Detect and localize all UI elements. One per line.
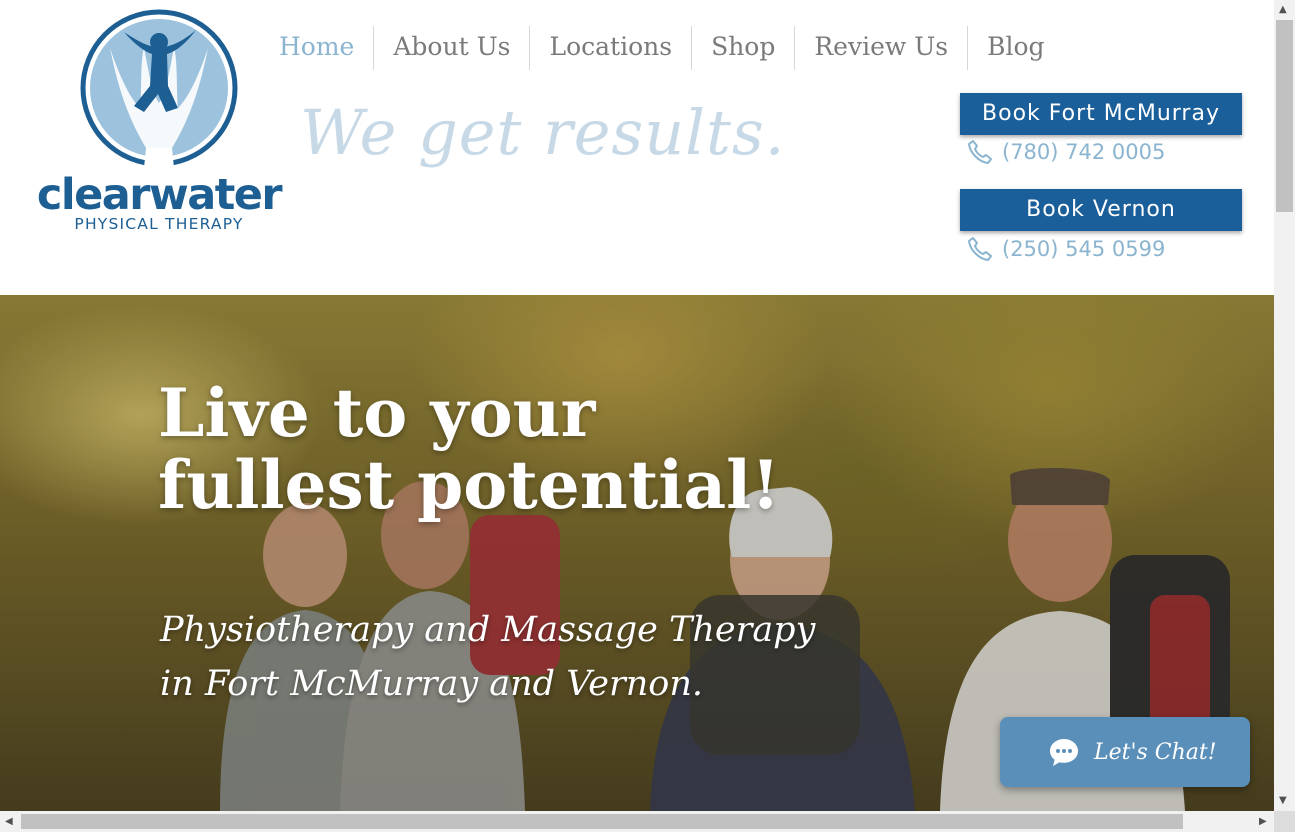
chat-bubble-icon (1050, 739, 1078, 766)
tagline: We get results. (300, 96, 786, 169)
main-navigation: Home About Us Locations Shop Review Us B… (260, 26, 1064, 70)
horizontal-scrollbar[interactable]: ◀ ▶ (0, 811, 1274, 832)
scroll-right-arrow-icon[interactable]: ▶ (1259, 817, 1267, 827)
phone-fort-mcmurray: (780) 742 0005 (966, 137, 1165, 167)
hero-title: Live to your fullest potential! (158, 377, 780, 521)
hero-title-line-2: fullest potential! (158, 446, 781, 524)
nav-review-us[interactable]: Review Us (794, 26, 967, 70)
clearwater-logo[interactable]: clearwater PHYSICAL THERAPY (28, 8, 290, 233)
nav-blog[interactable]: Blog (967, 26, 1063, 70)
nav-about-us[interactable]: About Us (373, 26, 529, 70)
phone-number-fort-mcmurray[interactable]: (780) 742 0005 (1002, 140, 1165, 164)
hero-subtitle: Physiotherapy and Massage Therapy in For… (160, 603, 815, 711)
vertical-scrollbar[interactable]: ▲ ▼ (1274, 0, 1295, 811)
phone-icon (968, 140, 992, 164)
scrollbar-corner (1274, 811, 1295, 832)
book-fort-mcmurray-button[interactable]: Book Fort McMurray (960, 93, 1242, 135)
phone-number-vernon[interactable]: (250) 545 0599 (1002, 237, 1165, 261)
book-vernon-button[interactable]: Book Vernon (960, 189, 1242, 231)
vertical-scrollbar-thumb[interactable] (1276, 20, 1293, 212)
phone-icon (968, 237, 992, 261)
phone-vernon: (250) 545 0599 (966, 234, 1165, 264)
chat-label: Let's Chat! (1094, 739, 1217, 765)
horizontal-scrollbar-thumb[interactable] (21, 814, 1183, 829)
brand-subtitle: PHYSICAL THERAPY (74, 215, 244, 233)
hero-subtitle-line-1: Physiotherapy and Massage Therapy (160, 610, 816, 650)
logo-emblem-icon (80, 9, 238, 168)
hero-title-line-1: Live to your (158, 374, 596, 452)
scroll-down-arrow-icon[interactable]: ▼ (1279, 796, 1287, 806)
scroll-left-arrow-icon[interactable]: ◀ (5, 817, 13, 827)
site-header: clearwater PHYSICAL THERAPY Home About U… (0, 0, 1274, 295)
hero-subtitle-line-2: in Fort McMurray and Vernon. (160, 664, 703, 704)
nav-locations[interactable]: Locations (529, 26, 691, 70)
brand-name: clearwater (36, 170, 283, 220)
nav-home[interactable]: Home (260, 26, 373, 70)
lets-chat-button[interactable]: Let's Chat! (1000, 717, 1250, 787)
nav-shop[interactable]: Shop (691, 26, 794, 70)
scroll-up-arrow-icon[interactable]: ▲ (1279, 5, 1287, 15)
